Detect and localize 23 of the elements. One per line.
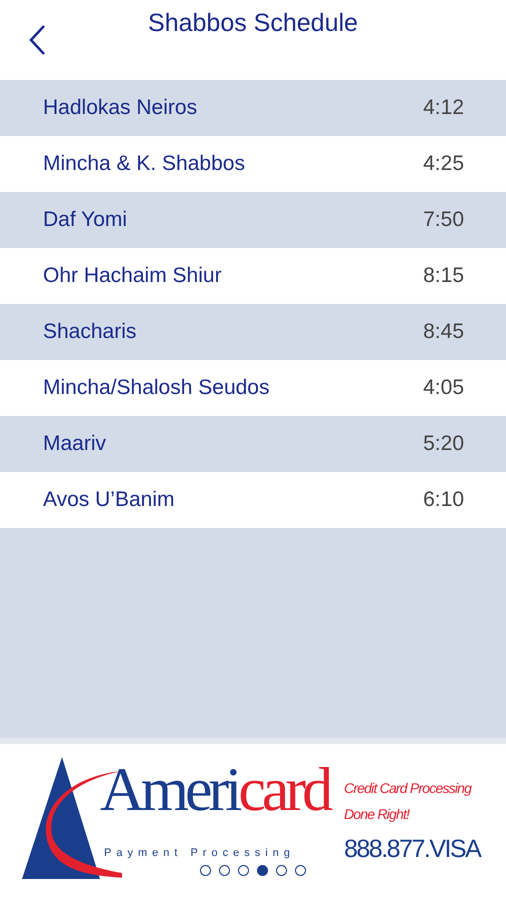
- event-time: 5:20: [423, 431, 464, 458]
- phone-number: 888.877.VISA: [344, 834, 480, 866]
- brand-name: Americard: [100, 759, 330, 821]
- event-name: Mincha & K. Shabbos: [43, 151, 245, 178]
- event-time: 4:12: [423, 95, 464, 122]
- tagline: Payment Processing: [104, 846, 295, 861]
- event-name: Maariv: [43, 431, 106, 458]
- event-time: 7:50: [423, 207, 464, 234]
- event-name: Ohr Hachaim Shiur: [43, 263, 222, 290]
- event-time: 8:45: [423, 319, 464, 346]
- event-name: Mincha/Shalosh Seudos: [43, 375, 270, 402]
- slogan: Done Right!: [344, 805, 410, 824]
- slogan: Credit Card Processing: [344, 779, 472, 798]
- event-time: 6:10: [423, 487, 464, 514]
- event-name: Shacharis: [43, 319, 136, 346]
- event-name: Hadlokas Neiros: [43, 95, 198, 122]
- screen-title: Shabbos Schedule: [148, 8, 358, 39]
- event-time: 4:25: [423, 151, 464, 178]
- event-time: 4:05: [423, 375, 464, 402]
- back-icon: [28, 24, 46, 56]
- event-name: Avos U’Banim: [43, 487, 174, 514]
- event-time: 8:15: [423, 263, 464, 290]
- event-name: Daf Yomi: [43, 207, 128, 234]
